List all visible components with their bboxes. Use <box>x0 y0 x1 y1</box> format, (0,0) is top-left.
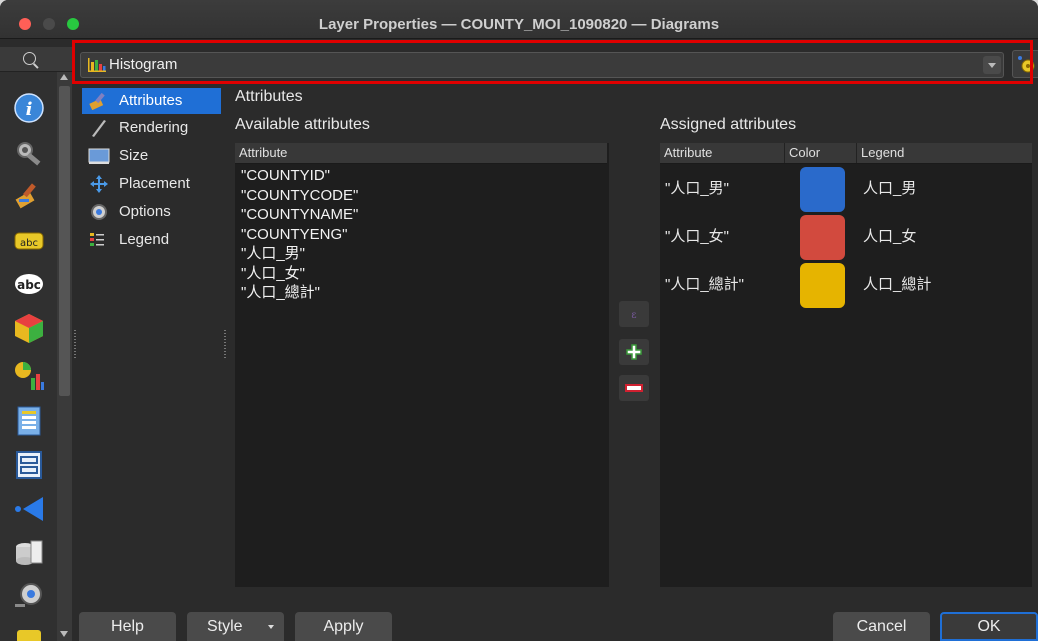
table-row[interactable]: "人口_女" 人口_女 <box>660 212 1032 260</box>
source-settings-icon[interactable] <box>13 138 45 170</box>
assigned-attributes-title: Assigned attributes <box>660 116 797 133</box>
svg-text:ε: ε <box>631 310 636 320</box>
diagram-type-select[interactable]: Histogram <box>80 52 1004 78</box>
nav-item-attributes[interactable]: Attributes <box>82 88 221 114</box>
auxiliary-storage-icon[interactable] <box>13 537 45 569</box>
nav-item-rendering[interactable]: Rendering <box>82 115 221 141</box>
color-swatch[interactable] <box>800 263 845 308</box>
search-icon <box>23 52 36 65</box>
attributes-form-icon[interactable] <box>13 449 45 481</box>
expression-button[interactable]: ε <box>619 301 649 327</box>
display-icon[interactable] <box>13 622 45 641</box>
nav-item-size[interactable]: Size <box>82 143 221 169</box>
help-button[interactable]: Help <box>79 612 176 641</box>
column-header-attribute[interactable]: Attribute <box>235 143 607 163</box>
scroll-down-arrow-icon[interactable] <box>60 631 68 637</box>
joins-icon[interactable] <box>13 493 45 525</box>
diagram-type-value: Histogram <box>109 56 178 73</box>
plus-icon <box>626 344 642 360</box>
icon-bar-scrollbar[interactable] <box>57 72 72 641</box>
dropdown-button[interactable] <box>983 56 1001 74</box>
color-swatch[interactable] <box>800 167 845 212</box>
masks-icon[interactable]: abc <box>13 268 45 300</box>
svg-text:abc: abc <box>20 238 38 249</box>
move-arrows-icon <box>90 175 108 193</box>
chevron-down-icon <box>988 63 996 68</box>
nav-item-placement[interactable]: Placement <box>82 171 221 197</box>
information-icon[interactable]: i <box>13 92 45 124</box>
list-item[interactable]: "COUNTYNAME" <box>241 205 358 225</box>
nav-item-legend[interactable]: Legend <box>82 227 221 253</box>
list-item[interactable]: "人口_男" <box>241 244 358 264</box>
search-box[interactable] <box>0 47 72 72</box>
scroll-up-arrow-icon[interactable] <box>60 74 68 80</box>
row-attribute: "人口_總計" <box>665 276 744 293</box>
layer-properties-window: Layer Properties — COUNTY_MOI_1090820 — … <box>0 0 1038 641</box>
pen-icon <box>92 120 106 137</box>
add-attribute-button[interactable] <box>619 339 649 365</box>
table-header: Attribute Color Legend <box>660 143 1032 164</box>
chevron-down-icon <box>268 625 274 629</box>
size-icon <box>88 148 110 164</box>
svg-text:abc: abc <box>17 278 41 292</box>
table-header: Attribute <box>235 143 607 164</box>
cancel-button[interactable]: Cancel <box>833 612 930 641</box>
list-item[interactable]: "人口_女" <box>241 264 358 284</box>
nav-item-options[interactable]: Options <box>82 199 221 225</box>
apply-button[interactable]: Apply <box>295 612 392 641</box>
list-item[interactable]: "COUNTYCODE" <box>241 186 358 206</box>
section-title: Attributes <box>235 88 303 105</box>
color-swatch[interactable] <box>800 215 845 260</box>
settings-sparkle-icon <box>1018 56 1035 73</box>
labels-icon[interactable]: abc <box>13 225 45 257</box>
row-legend: 人口_女 <box>863 228 917 245</box>
properties-icon-bar: i abc abc <box>0 72 57 641</box>
3d-view-icon[interactable] <box>13 312 45 344</box>
table-row[interactable]: "人口_總計" 人口_總計 <box>660 260 1032 308</box>
paintbrush-icon <box>89 92 105 110</box>
title-bar: Layer Properties — COUNTY_MOI_1090820 — … <box>0 0 1038 39</box>
epsilon-icon: ε <box>631 310 636 320</box>
row-legend: 人口_男 <box>863 180 917 197</box>
row-legend: 人口_總計 <box>863 276 932 293</box>
style-button[interactable]: Style <box>187 612 284 641</box>
window-title: Layer Properties — COUNTY_MOI_1090820 — … <box>318 16 720 33</box>
style-button-label: Style <box>207 618 243 635</box>
list-item[interactable]: "COUNTYENG" <box>241 225 358 245</box>
available-attributes-title: Available attributes <box>235 116 370 133</box>
actions-icon[interactable] <box>13 580 45 612</box>
fields-icon[interactable] <box>13 405 45 437</box>
legend-icon <box>90 233 104 246</box>
row-attribute: "人口_女" <box>665 228 729 245</box>
assigned-attributes-table[interactable]: Attribute Color Legend "人口_男" 人口_男 "人口_女… <box>660 143 1032 587</box>
diagram-settings-button[interactable] <box>1012 50 1038 78</box>
remove-attribute-button[interactable] <box>619 375 649 401</box>
available-attributes-table[interactable]: Attribute "COUNTYID" "COUNTYCODE" "COUNT… <box>235 143 609 587</box>
list-item[interactable]: "人口_總計" <box>241 283 358 303</box>
scrollbar-thumb[interactable] <box>59 86 70 396</box>
symbology-icon[interactable] <box>13 179 45 211</box>
splitter-handle[interactable] <box>73 330 78 360</box>
ok-button[interactable]: OK <box>940 612 1038 641</box>
gear-icon <box>91 204 107 220</box>
diagram-settings-nav: Attributes Rendering Size Placement Opti… <box>82 88 221 602</box>
row-attribute: "人口_男" <box>665 180 729 197</box>
diagrams-icon[interactable] <box>13 360 45 392</box>
minus-icon <box>625 384 643 392</box>
column-header-color[interactable]: Color <box>785 143 857 163</box>
available-attributes-list: "COUNTYID" "COUNTYCODE" "COUNTYNAME" "CO… <box>241 166 358 303</box>
column-header-attribute[interactable]: Attribute <box>660 143 785 163</box>
list-item[interactable]: "COUNTYID" <box>241 166 358 186</box>
splitter-handle[interactable] <box>223 330 228 360</box>
column-header-legend[interactable]: Legend <box>857 143 1032 163</box>
svg-text:i: i <box>26 99 33 120</box>
table-row[interactable]: "人口_男" 人口_男 <box>660 164 1032 212</box>
histogram-icon <box>88 58 106 72</box>
